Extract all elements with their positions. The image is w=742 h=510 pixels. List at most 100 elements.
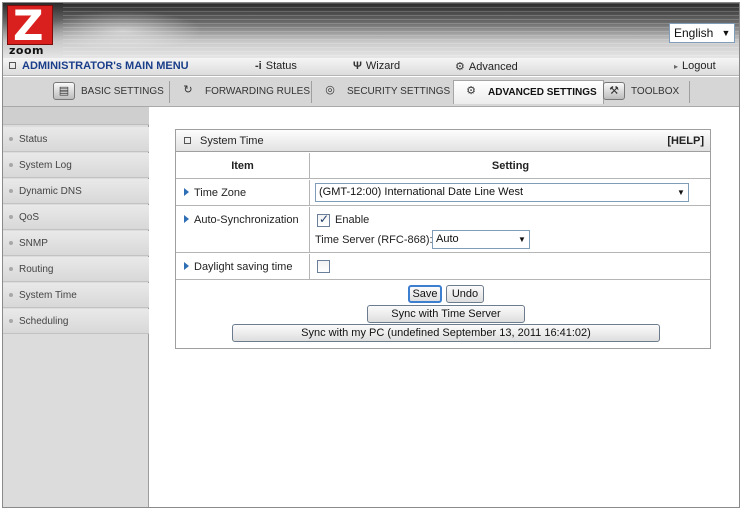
tab-security-settings-label: SECURITY SETTINGS bbox=[347, 86, 451, 97]
sidebar-item-label: Dynamic DNS bbox=[19, 186, 82, 197]
menu-item-wizard-label: Wizard bbox=[365, 60, 401, 72]
sidebar-item-label: SNMP bbox=[19, 238, 48, 249]
triangle-right-icon bbox=[184, 262, 189, 270]
time-server-value: Auto bbox=[436, 233, 459, 245]
main-menu-title: ADMINISTRATOR's MAIN MENU bbox=[9, 60, 189, 72]
tab-advanced-settings[interactable]: ⚙ ADVANCED SETTINGS bbox=[453, 80, 604, 104]
system-time-panel: System Time [HELP] Item Setting Time Zon… bbox=[175, 129, 711, 349]
dst-label-text: Daylight saving time bbox=[194, 261, 293, 273]
table-row-time-zone: Time Zone (GMT-12:00) International Date… bbox=[176, 180, 710, 206]
chevron-down-icon: ▼ bbox=[518, 235, 526, 244]
advanced-icon: ⚙ bbox=[455, 61, 465, 73]
settings-tabs: ▤ BASIC SETTINGS ↻ FORWARDING RULES ◎ SECUR… bbox=[3, 77, 739, 107]
language-select[interactable]: English ▼ bbox=[669, 23, 735, 43]
menu-item-wizard[interactable]: Ψ Wizard bbox=[353, 60, 400, 72]
bullet-icon bbox=[9, 189, 13, 193]
menu-item-advanced[interactable]: ⚙ Advanced bbox=[455, 60, 518, 73]
time-zone-label-text: Time Zone bbox=[194, 187, 247, 199]
main-menu-title-text: ADMINISTRATOR's MAIN MENU bbox=[22, 60, 189, 72]
tab-divider bbox=[689, 81, 690, 103]
time-server-select[interactable]: Auto ▼ bbox=[432, 230, 530, 249]
time-zone-select[interactable]: (GMT-12:00) International Date Line West… bbox=[315, 183, 689, 202]
language-value: English bbox=[674, 26, 714, 40]
chevron-right-icon: ▸ bbox=[674, 62, 679, 71]
auto-sync-enable-checkbox[interactable] bbox=[317, 212, 330, 227]
panel-title: System Time bbox=[200, 135, 264, 147]
bullet-icon bbox=[9, 137, 13, 141]
dst-label: Daylight saving time bbox=[176, 254, 310, 279]
sidebar-item-routing[interactable]: Routing bbox=[3, 257, 149, 282]
tab-divider bbox=[311, 81, 312, 103]
time-zone-value: (GMT-12:00) International Date Line West bbox=[319, 186, 524, 198]
header-banner: Z zoom English ▼ bbox=[3, 3, 739, 58]
tab-basic-settings-label: BASIC SETTINGS bbox=[81, 86, 164, 97]
sidebar-item-status[interactable]: Status bbox=[3, 127, 149, 152]
forwarding-rules-icon: ↻ bbox=[183, 84, 193, 97]
sidebar-item-snmp[interactable]: SNMP bbox=[3, 231, 149, 256]
sidebar-top-strip bbox=[3, 107, 149, 125]
sidebar-item-label: System Log bbox=[19, 160, 72, 171]
tab-forwarding-rules[interactable]: ↻ FORWARDING RULES bbox=[177, 80, 310, 104]
sidebar-item-dynamic-dns[interactable]: Dynamic DNS bbox=[3, 179, 149, 204]
chevron-down-icon: ▼ bbox=[721, 28, 731, 38]
save-button[interactable]: Save bbox=[408, 285, 442, 303]
logo-letter: Z bbox=[13, 3, 44, 50]
table-row-auto-sync: Auto-Synchronization Enable Time Server … bbox=[176, 207, 710, 253]
auto-sync-setting-cell: Enable Time Server (RFC-868): Auto ▼ bbox=[311, 207, 710, 252]
sync-time-server-button[interactable]: Sync with Time Server bbox=[367, 305, 525, 323]
basic-settings-icon: ▤ bbox=[53, 82, 75, 101]
triangle-right-icon bbox=[184, 215, 189, 223]
sidebar: Status System Log Dynamic DNS QoS SNMP R… bbox=[3, 107, 149, 507]
bullet-icon bbox=[9, 293, 13, 297]
info-icon: -i bbox=[255, 60, 262, 72]
sidebar-item-label: System Time bbox=[19, 290, 77, 301]
help-link[interactable]: [HELP] bbox=[667, 130, 704, 152]
sidebar-item-label: QoS bbox=[19, 212, 40, 223]
logout-label: Logout bbox=[682, 60, 716, 72]
tab-toolbox-label: TOOLBOX bbox=[631, 86, 680, 97]
time-zone-setting-cell: (GMT-12:00) International Date Line West… bbox=[311, 180, 710, 205]
logo-z-box: Z bbox=[7, 3, 53, 50]
menu-item-advanced-label: Advanced bbox=[468, 61, 518, 73]
tab-advanced-settings-label: ADVANCED SETTINGS bbox=[488, 87, 597, 98]
sidebar-item-qos[interactable]: QoS bbox=[3, 205, 149, 230]
sidebar-item-scheduling[interactable]: Scheduling bbox=[3, 309, 149, 334]
main-menu-bar: ADMINISTRATOR's MAIN MENU -i Status Ψ Wiza… bbox=[3, 58, 739, 76]
tab-security-settings[interactable]: ◎ SECURITY SETTINGS bbox=[319, 80, 450, 104]
zoom-logo: Z zoom bbox=[7, 3, 53, 58]
panel-header: System Time [HELP] bbox=[176, 130, 710, 152]
bullet-icon bbox=[9, 215, 13, 219]
time-server-label: Time Server (RFC-868): bbox=[315, 234, 433, 246]
tab-divider bbox=[169, 81, 170, 103]
time-zone-label: Time Zone bbox=[176, 180, 310, 205]
tab-toolbox[interactable]: ⚒ TOOLBOX bbox=[603, 80, 679, 104]
bullet-icon bbox=[9, 267, 13, 271]
sidebar-item-label: Routing bbox=[19, 264, 54, 275]
logout-link[interactable]: ▸ Logout bbox=[674, 60, 716, 72]
column-header-item: Item bbox=[176, 153, 310, 178]
daylight-saving-checkbox[interactable] bbox=[317, 260, 330, 273]
table-row-daylight-saving: Daylight saving time bbox=[176, 254, 710, 280]
triangle-right-icon bbox=[184, 188, 189, 196]
square-bullet-icon bbox=[9, 62, 16, 69]
sync-pc-button[interactable]: Sync with my PC (undefined September 13,… bbox=[232, 324, 660, 342]
sidebar-item-label: Scheduling bbox=[19, 316, 69, 327]
advanced-settings-icon: ⚙ bbox=[466, 85, 476, 98]
menu-item-status-label: Status bbox=[265, 60, 297, 72]
security-settings-icon: ◎ bbox=[325, 84, 335, 97]
auto-sync-label: Auto-Synchronization bbox=[176, 207, 310, 252]
bullet-icon bbox=[9, 319, 13, 323]
undo-button[interactable]: Undo bbox=[446, 285, 484, 303]
sidebar-item-label: Status bbox=[19, 134, 48, 145]
square-bullet-icon bbox=[184, 137, 191, 144]
toolbox-icon: ⚒ bbox=[603, 82, 625, 101]
logo-word: zoom bbox=[9, 44, 44, 57]
tab-basic-settings[interactable]: ▤ BASIC SETTINGS bbox=[53, 80, 164, 104]
menu-item-status[interactable]: -i Status bbox=[255, 60, 297, 72]
sidebar-item-system-time[interactable]: System Time bbox=[3, 283, 149, 308]
auto-sync-label-text: Auto-Synchronization bbox=[194, 214, 299, 226]
wizard-icon: Ψ bbox=[353, 60, 362, 72]
sidebar-item-system-log[interactable]: System Log bbox=[3, 153, 149, 178]
column-header-setting: Setting bbox=[491, 160, 530, 172]
table-header-row: Item Setting bbox=[176, 153, 710, 179]
